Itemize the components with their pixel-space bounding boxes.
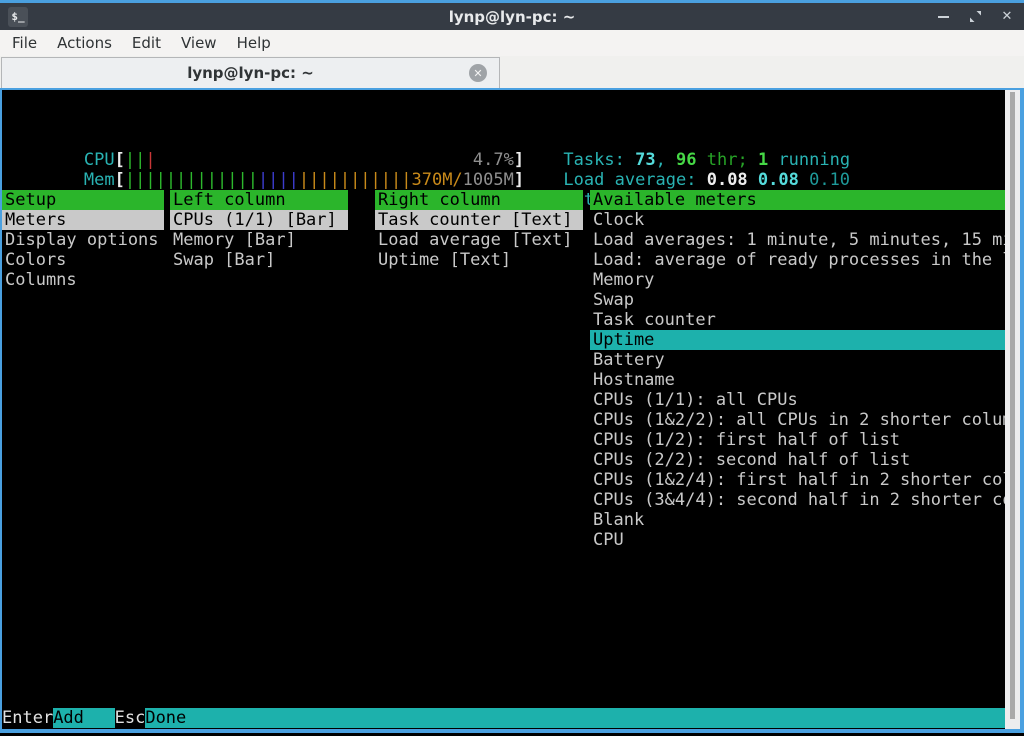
meter-segment: || bbox=[125, 150, 145, 170]
panel-header: Setup bbox=[2, 190, 164, 210]
setup-panels: Setup MetersDisplay optionsColorsColumns… bbox=[2, 190, 1005, 729]
panel-item[interactable]: CPUs (1&2/4): first half in 2 shorter co… bbox=[590, 470, 1005, 490]
tab-close-button[interactable]: ✕ bbox=[469, 64, 487, 82]
maximize-button[interactable] bbox=[966, 8, 984, 26]
minimize-button[interactable] bbox=[934, 8, 952, 26]
panel-header: Right column bbox=[375, 190, 583, 210]
panel-item[interactable]: Load averages: 1 minute, 5 minutes, 15 m… bbox=[590, 230, 1005, 250]
panel-item[interactable]: Memory bbox=[590, 270, 1005, 290]
menu-item[interactable]: Edit bbox=[122, 30, 171, 56]
panel-items: CPUs (1/1) [Bar]Memory [Bar]Swap [Bar] bbox=[170, 210, 348, 270]
meter-segment: 370M/ bbox=[411, 170, 462, 190]
window-title: lynp@lyn-pc: ~ bbox=[0, 8, 1024, 26]
panel-item[interactable]: Memory [Bar] bbox=[170, 230, 348, 250]
panel-item[interactable]: Battery bbox=[590, 350, 1005, 370]
panel-item[interactable]: CPUs (1/1) [Bar] bbox=[170, 210, 348, 230]
meter-segment: |||| bbox=[258, 170, 299, 190]
stat-segment: thr; bbox=[697, 150, 758, 170]
meter-segment: ||||||||||||| bbox=[125, 170, 258, 190]
setup-panel: Available meters ClockLoad averages: 1 m… bbox=[590, 190, 1005, 550]
meter-segment: [ bbox=[115, 170, 125, 190]
setup-panel: Left column CPUs (1/1) [Bar]Memory [Bar]… bbox=[170, 190, 348, 270]
menu-item[interactable]: View bbox=[171, 30, 227, 56]
tab-bar: lynp@lyn-pc: ~ ✕ bbox=[0, 56, 1024, 88]
htop-setup-screen: CPU[||| 4.7%] Mem[||||||||||||||||||||||… bbox=[2, 90, 1005, 729]
meter-segment: Mem bbox=[84, 170, 115, 190]
stat-segment: 0.08 bbox=[758, 170, 809, 190]
panel-item[interactable]: CPUs (1/1): all CPUs bbox=[590, 390, 1005, 410]
stat-segment: Load average: bbox=[563, 170, 706, 190]
titlebar: $_ lynp@lyn-pc: ~ ✕ bbox=[0, 3, 1024, 30]
fn-key-enter[interactable]: Enter bbox=[2, 708, 53, 728]
fn-label-add[interactable]: Add bbox=[53, 708, 114, 728]
close-button[interactable]: ✕ bbox=[998, 8, 1016, 26]
setup-panel: Right column Task counter [Text]Load ave… bbox=[375, 190, 583, 270]
meter-segment: CPU bbox=[84, 150, 115, 170]
fn-key-esc[interactable]: Esc bbox=[115, 708, 146, 728]
fn-label-done[interactable]: Done bbox=[145, 708, 1005, 728]
panel-item[interactable]: Display options bbox=[2, 230, 164, 250]
stat-segment: 96 bbox=[676, 150, 696, 170]
panel-item[interactable]: CPUs (1/2): first half of list bbox=[590, 430, 1005, 450]
panel-items: Task counter [Text]Load average [Text]Up… bbox=[375, 210, 583, 270]
panel-item[interactable]: Uptime bbox=[590, 330, 1005, 350]
stat-segment: 0.08 bbox=[707, 170, 758, 190]
meter-segment: ||||||||||| bbox=[299, 170, 412, 190]
stat-segment: running bbox=[768, 150, 850, 170]
menubar: FileActionsEditViewHelp bbox=[0, 30, 1024, 56]
header-stats: Tasks: 73, 96 thr; 1 running Load averag… bbox=[502, 110, 850, 170]
scrollbar[interactable] bbox=[1005, 90, 1020, 729]
cpu-meter: CPU[||| 4.7%] bbox=[2, 110, 524, 130]
meter-segment bbox=[156, 150, 473, 170]
menu-item[interactable]: Actions bbox=[47, 30, 122, 56]
minimize-icon bbox=[938, 16, 949, 18]
meter-segment: | bbox=[145, 150, 155, 170]
panel-item[interactable]: CPUs (2/2): second half of list bbox=[590, 450, 1005, 470]
panel-item[interactable]: CPU bbox=[590, 530, 1005, 550]
panel-item[interactable]: Task counter [Text] bbox=[375, 210, 583, 230]
tab-title: lynp@lyn-pc: ~ bbox=[187, 64, 314, 82]
tab-terminal[interactable]: lynp@lyn-pc: ~ ✕ bbox=[1, 57, 500, 88]
scrollbar-thumb[interactable] bbox=[1010, 92, 1015, 719]
panel-item[interactable]: Swap [Bar] bbox=[170, 250, 348, 270]
function-bar: Enter Add Esc Done bbox=[2, 708, 1005, 728]
panel-item[interactable]: Uptime [Text] bbox=[375, 250, 583, 270]
panel-item[interactable]: Clock bbox=[590, 210, 1005, 230]
panel-item[interactable]: Colors bbox=[2, 250, 164, 270]
setup-panel: Setup MetersDisplay optionsColorsColumns bbox=[2, 190, 164, 290]
stat-segment: 73 bbox=[635, 150, 655, 170]
panel-items: MetersDisplay optionsColorsColumns bbox=[2, 210, 164, 290]
panel-item[interactable]: Swap bbox=[590, 290, 1005, 310]
panel-item[interactable]: CPUs (1&2/2): all CPUs in 2 shorter colu… bbox=[590, 410, 1005, 430]
header-meters: CPU[||| 4.7%] Mem[||||||||||||||||||||||… bbox=[2, 110, 524, 170]
menu-item[interactable]: Help bbox=[227, 30, 281, 56]
panel-items: ClockLoad averages: 1 minute, 5 minutes,… bbox=[590, 210, 1005, 550]
stat-segment: 1 bbox=[758, 150, 768, 170]
panel-header: Available meters bbox=[590, 190, 1005, 210]
panel-item[interactable]: Meters bbox=[2, 210, 164, 230]
panel-item[interactable]: Task counter bbox=[590, 310, 1005, 330]
panel-header: Left column bbox=[170, 190, 348, 210]
meter-segment: [ bbox=[115, 150, 125, 170]
panel-item[interactable]: Hostname bbox=[590, 370, 1005, 390]
maximize-icon bbox=[969, 10, 982, 23]
panel-item[interactable]: Load average [Text] bbox=[375, 230, 583, 250]
panel-item[interactable]: Load: average of ready processes in the … bbox=[590, 250, 1005, 270]
panel-item[interactable]: Columns bbox=[2, 270, 164, 290]
panel-item[interactable]: CPUs (3&4/4): second half in 2 shorter c… bbox=[590, 490, 1005, 510]
close-icon: ✕ bbox=[473, 67, 482, 80]
menu-item[interactable]: File bbox=[2, 30, 47, 56]
window-controls: ✕ bbox=[934, 8, 1016, 26]
tasks-counter: Tasks: 73, 96 thr; 1 running bbox=[502, 110, 850, 130]
stat-segment: , bbox=[656, 150, 676, 170]
stat-segment: 0.10 bbox=[809, 170, 850, 190]
terminal-window: CPU[||| 4.7%] Mem[||||||||||||||||||||||… bbox=[0, 88, 1024, 733]
panel-item[interactable]: Blank bbox=[590, 510, 1005, 530]
terminal-app-icon: $_ bbox=[8, 7, 28, 27]
